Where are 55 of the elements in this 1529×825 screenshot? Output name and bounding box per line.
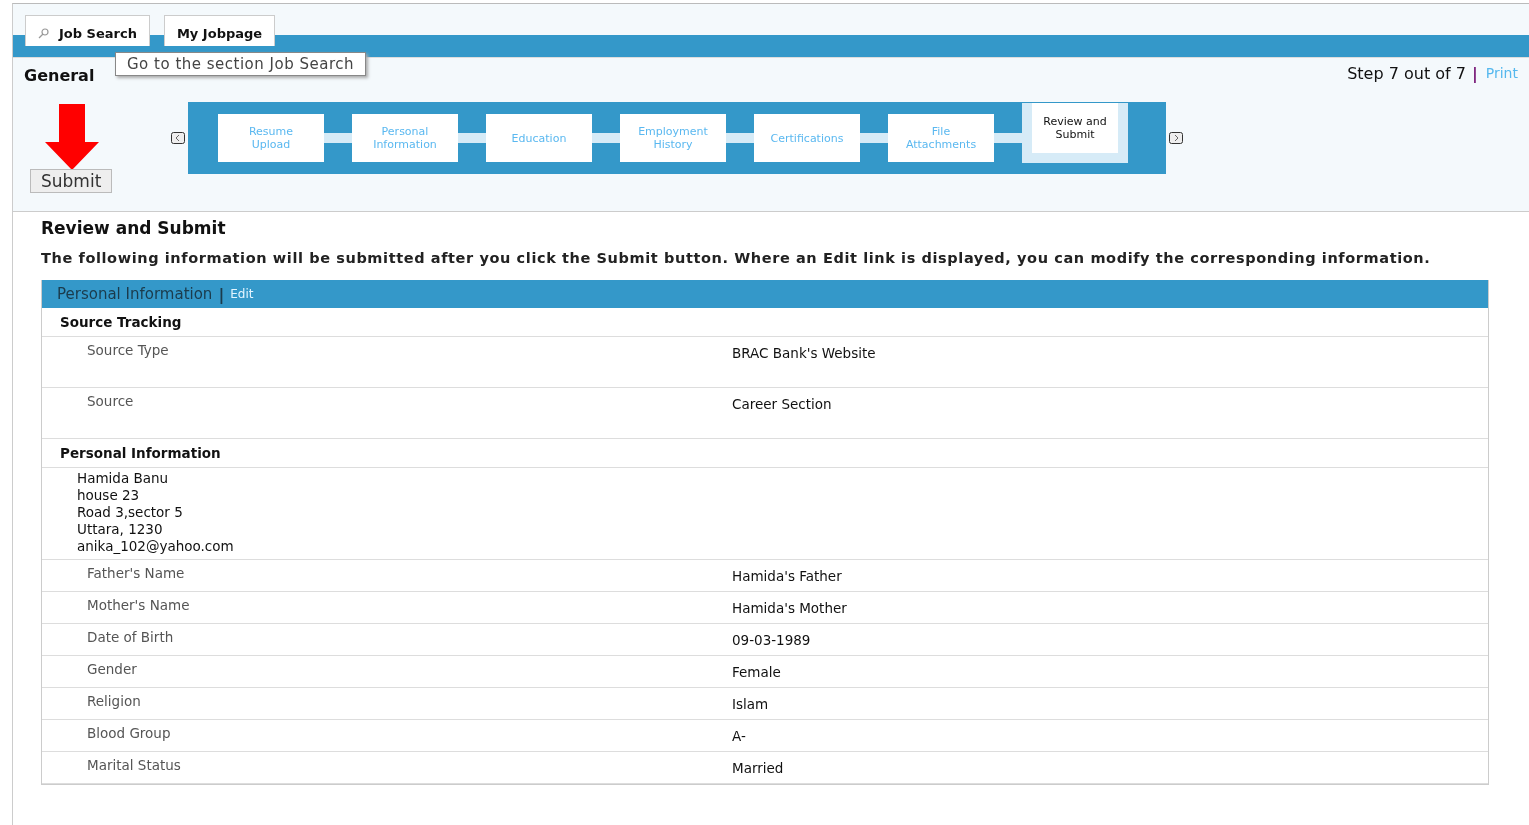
field-value: Married <box>732 759 784 778</box>
submit-button[interactable]: Submit <box>30 169 113 193</box>
field-value: 09-03-1989 <box>732 631 811 650</box>
field-label: Marital Status <box>86 756 182 775</box>
search-icon <box>38 27 49 39</box>
step-tab[interactable]: Personal Information <box>352 114 458 162</box>
address-line: Uttara, 1230 <box>77 521 164 538</box>
page-title: General <box>24 65 95 85</box>
field-value: Career Section <box>732 395 832 414</box>
step-tab[interactable]: File Attachments <box>888 114 994 162</box>
section-heading: Review and Submit <box>41 218 227 238</box>
down-arrow <box>45 104 99 170</box>
group-title: Personal Information <box>42 439 1488 468</box>
field-label: Gender <box>86 660 138 679</box>
nav-tab[interactable]: My Jobpage <box>163 15 276 46</box>
step-connector <box>458 133 486 143</box>
field-label: Father's Name <box>86 564 186 583</box>
tooltip: Go to the section Job Search <box>115 52 366 76</box>
step-counter: Step 7 out of 7 <box>1347 63 1466 83</box>
field-value: Hamida's Father <box>732 567 842 586</box>
step-tab[interactable]: Review and Submit <box>1022 103 1128 163</box>
field-value: Hamida's Mother <box>732 599 847 618</box>
step-tab[interactable]: Certifications <box>754 114 860 162</box>
step-connector <box>860 133 888 143</box>
address-line: anika_102@yahoo.com <box>77 538 235 555</box>
step-tab[interactable]: Employment History <box>620 114 726 162</box>
step-connector <box>592 133 620 143</box>
step-tab[interactable]: Education <box>486 114 592 162</box>
address-line: Road 3,sector 5 <box>77 504 184 521</box>
panel-title: Personal Information <box>57 285 213 303</box>
field-value: A- <box>732 727 746 746</box>
address-line: Hamida Banu <box>77 470 170 487</box>
nav-tab[interactable]: Job Search <box>25 15 150 46</box>
address-line: house 23 <box>77 487 141 504</box>
field-value: Female <box>732 663 781 682</box>
print-link[interactable]: Print <box>1485 65 1518 81</box>
field-value: Islam <box>732 695 769 714</box>
step-connector <box>324 133 352 143</box>
step-connector <box>726 133 754 143</box>
separator: | <box>1471 63 1478 83</box>
group-title: Source Tracking <box>42 308 1488 337</box>
field-value: BRAC Bank's Website <box>732 344 876 363</box>
field-label: Mother's Name <box>86 596 191 615</box>
edit-link[interactable]: Edit <box>230 287 254 301</box>
scroll-right-icon[interactable] <box>1169 132 1183 144</box>
field-label: Source <box>86 392 135 411</box>
scroll-left-icon[interactable] <box>171 132 185 144</box>
step-tab[interactable]: Resume Upload <box>218 114 324 162</box>
field-label: Source Type <box>86 341 170 360</box>
field-label: Blood Group <box>86 724 172 743</box>
description: The following information will be submitted after you click the Submit button. Where an Edit link is displayed, you can modify the corresponding information. <box>41 249 1432 268</box>
field-label: Religion <box>86 692 142 711</box>
field-label: Date of Birth <box>86 628 175 647</box>
step-connector <box>994 133 1022 143</box>
separator: | <box>218 284 225 304</box>
